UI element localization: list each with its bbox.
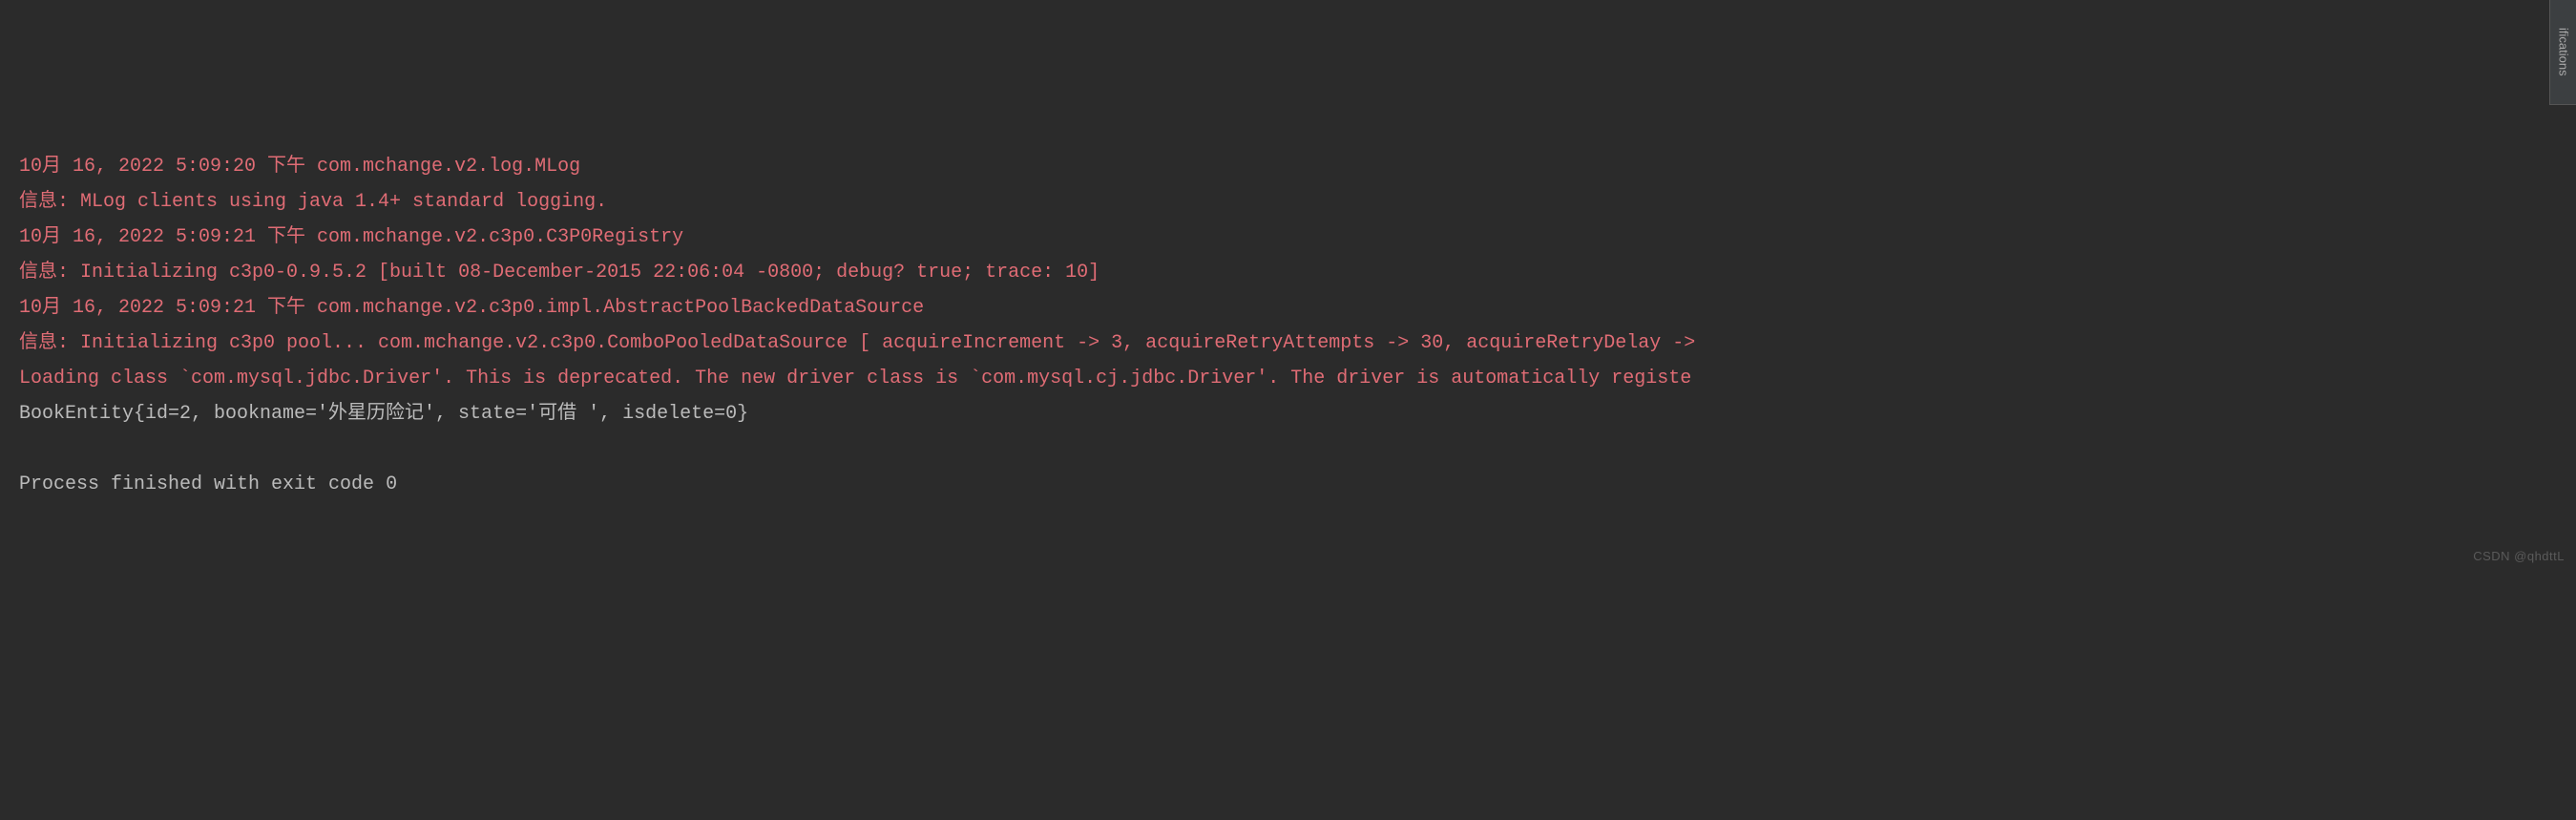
notifications-tab[interactable]: ifications: [2549, 0, 2576, 105]
console-line: BookEntity{id=2, bookname='外星历险记', state…: [19, 396, 2557, 431]
console-line: 10月 16, 2022 5:09:20 下午 com.mchange.v2.l…: [19, 149, 2557, 184]
console-output: 10月 16, 2022 5:09:20 下午 com.mchange.v2.l…: [19, 149, 2557, 502]
console-line: Process finished with exit code 0: [19, 467, 2557, 502]
console-line: 信息: Initializing c3p0 pool... com.mchang…: [19, 326, 2557, 361]
console-line: 10月 16, 2022 5:09:21 下午 com.mchange.v2.c…: [19, 290, 2557, 326]
console-line: 信息: MLog clients using java 1.4+ standar…: [19, 184, 2557, 220]
console-line: Loading class `com.mysql.jdbc.Driver'. T…: [19, 361, 2557, 396]
console-line: 信息: Initializing c3p0-0.9.5.2 [built 08-…: [19, 255, 2557, 290]
watermark: CSDN @qhdttL: [2473, 545, 2565, 568]
console-line: [19, 431, 2557, 467]
console-line: 10月 16, 2022 5:09:21 下午 com.mchange.v2.c…: [19, 220, 2557, 255]
